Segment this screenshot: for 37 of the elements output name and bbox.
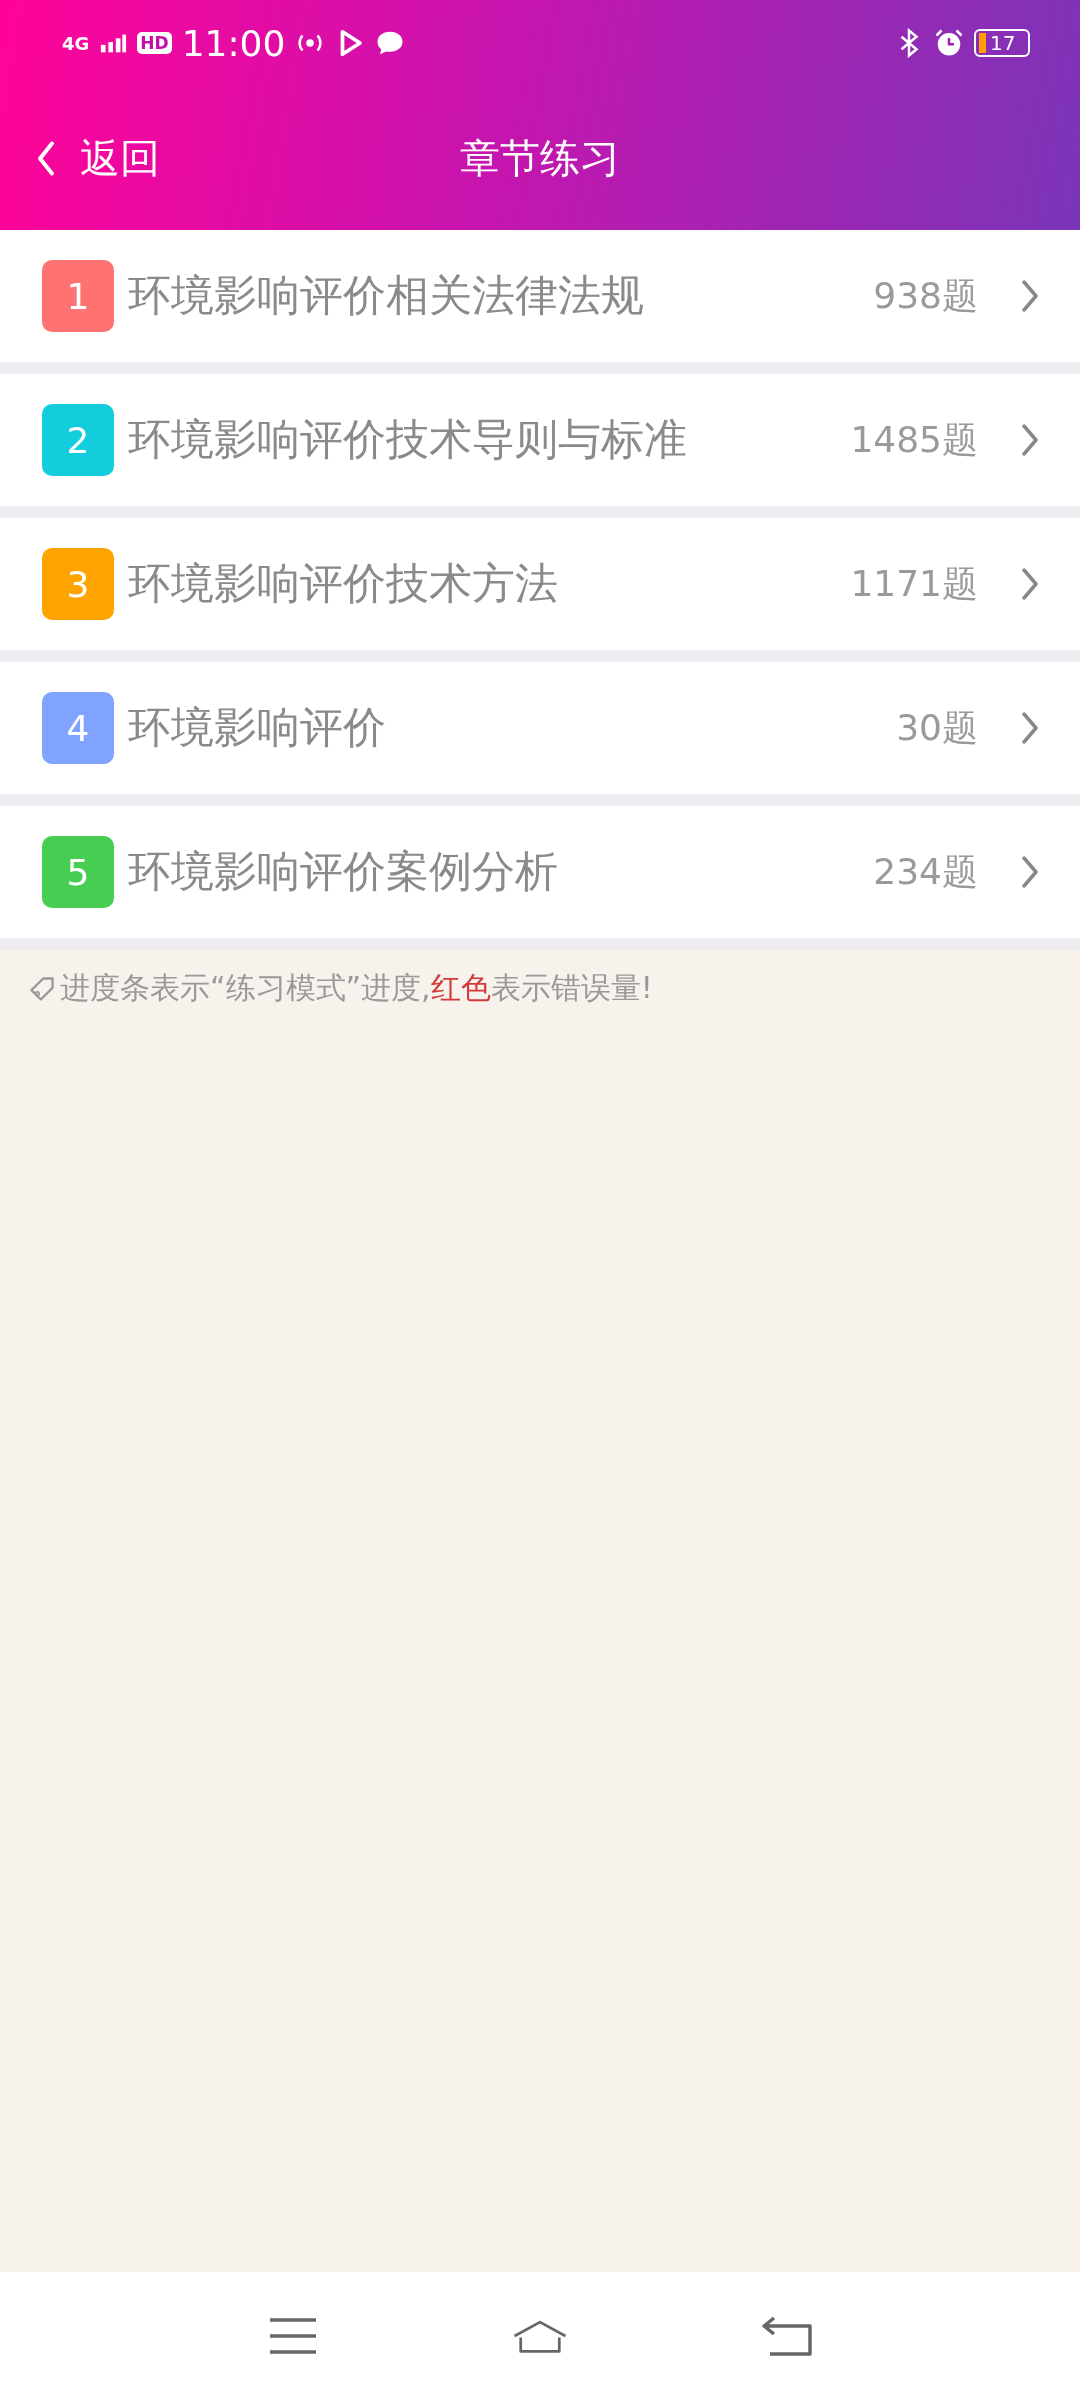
clock-time: 11:00: [181, 22, 286, 64]
chapter-row[interactable]: 2 环境影响评价技术导则与标准 1485题: [0, 374, 1080, 506]
chapter-title: 环境影响评价技术导则与标准: [128, 413, 688, 466]
chevron-icon: [1020, 710, 1040, 746]
chapter-title: 环境影响评价技术方法: [128, 557, 559, 610]
back-chevron-icon: [36, 140, 56, 176]
chapter-row[interactable]: 1 环境影响评价相关法律法规 938题: [0, 230, 1080, 362]
back-button[interactable]: 返回: [36, 130, 160, 186]
question-count: 1485题: [850, 417, 978, 462]
question-count: 234题: [873, 849, 978, 894]
progress-note: 进度条表示“练习模式”进度,红色表示错误量!: [60, 969, 653, 1007]
question-count: 1171题: [850, 561, 978, 606]
tag-icon: [28, 974, 56, 1003]
chapter-number: 2: [42, 404, 114, 476]
chapter-row[interactable]: 5 环境影响评价案例分析 234题: [0, 806, 1080, 938]
chapter-number: 5: [42, 836, 114, 908]
question-count: 30题: [896, 705, 978, 750]
chapter-number: 4: [42, 692, 114, 764]
chapter-number: 3: [42, 548, 114, 620]
chapter-row[interactable]: 4 环境影响评价 30题: [0, 662, 1080, 794]
back-icon[interactable]: [759, 2316, 814, 2356]
battery-icon: 17: [974, 29, 1030, 57]
chevron-icon: [1020, 422, 1040, 458]
network-label: 4G: [62, 32, 90, 54]
chapter-title: 环境影响评价案例分析: [128, 845, 559, 898]
alarm-icon: [934, 28, 964, 58]
chapter-title: 环境影响评价相关法律法规: [128, 269, 645, 322]
chevron-icon: [1020, 278, 1040, 314]
chevron-icon: [1020, 854, 1040, 890]
hd-label: HD: [137, 32, 172, 54]
chapter-number: 1: [42, 260, 114, 332]
signal-icon: [99, 33, 128, 53]
question-count: 938题: [873, 273, 978, 318]
chapter-title: 环境影响评价: [128, 701, 387, 754]
page-title: 章节练习: [460, 133, 620, 183]
chevron-icon: [1020, 566, 1040, 602]
chapter-row[interactable]: 3 环境影响评价技术方法 1171题: [0, 518, 1080, 650]
